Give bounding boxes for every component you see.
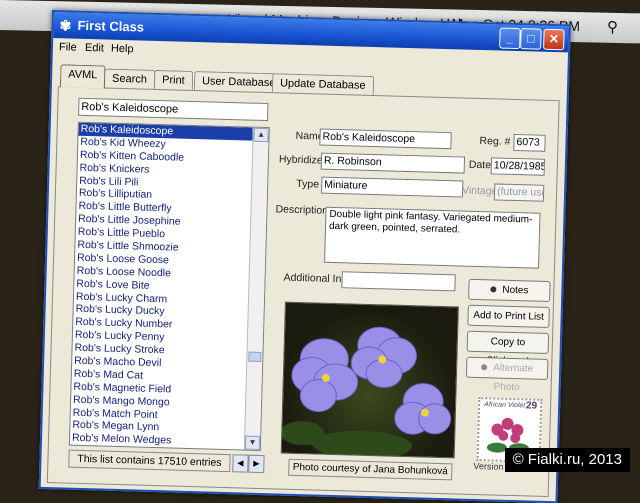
date-field[interactable]: 10/28/1985: [490, 157, 546, 176]
variety-search-input[interactable]: Rob's Kaleidoscope: [78, 97, 269, 122]
window-title: First Class: [77, 17, 145, 35]
scroll-right-button[interactable]: ▶: [248, 454, 265, 474]
additional-info-field[interactable]: [341, 271, 456, 292]
tab-print[interactable]: Print: [153, 69, 193, 90]
scroll-left-button[interactable]: ◀: [232, 454, 249, 473]
additional-info-label: Additional Info: [283, 271, 351, 286]
tab-search[interactable]: Search: [103, 68, 156, 89]
menu-app-help[interactable]: Help: [111, 43, 134, 56]
hybridizer-label: Hybridizer: [278, 153, 327, 167]
avml-panel: Rob's Kaleidoscope Rob's Kaleidoscope Rob…: [46, 86, 560, 498]
minimize-button[interactable]: _: [499, 27, 521, 50]
scroll-down-button[interactable]: ▼: [244, 435, 261, 450]
tab-user-database[interactable]: User Database: [193, 70, 284, 93]
reg-label: Reg. #: [479, 134, 511, 148]
maximize-button[interactable]: □: [520, 28, 542, 50]
notes-label: Notes: [502, 284, 529, 297]
date-label: Date: [468, 158, 492, 172]
add-to-print-list-button[interactable]: Add to Print List: [467, 304, 550, 329]
notes-radio-icon: [490, 286, 497, 293]
vintage-field: (future use): [493, 183, 545, 202]
hybridizer-field[interactable]: R. Robinson: [320, 152, 466, 174]
tab-avml[interactable]: AVML: [59, 64, 106, 89]
description-label: Description: [275, 203, 329, 217]
notes-button[interactable]: Notes: [468, 278, 551, 303]
spotlight-search-icon[interactable]: ⚲: [607, 18, 618, 36]
violet-flowers-image: [280, 326, 452, 459]
variety-list[interactable]: Rob's Kaleidoscope Rob's Kid Wheezy Rob's …: [68, 121, 270, 452]
alternate-photo-label: Alternate Photo: [493, 362, 534, 394]
description-field[interactable]: Double light pink fantasy. Variegated me…: [324, 206, 541, 269]
menu-file[interactable]: File: [59, 41, 77, 53]
close-button[interactable]: ✕: [543, 28, 565, 51]
variety-list-items: Rob's Kaleidoscope Rob's Kid Wheezy Rob's …: [70, 122, 269, 450]
type-field[interactable]: Miniature: [320, 176, 464, 198]
copy-to-clipboard-button[interactable]: Copy to Clipboard: [466, 330, 550, 367]
menu-edit[interactable]: Edit: [85, 42, 104, 55]
alternate-photo-button[interactable]: Alternate Photo: [465, 356, 549, 393]
copyright-watermark: © Fialki.ru, 2013: [504, 448, 630, 472]
alt-photo-radio-icon: [481, 364, 488, 371]
vintage-label: Vintage: [461, 184, 498, 198]
type-label: Type: [296, 177, 320, 191]
reg-field[interactable]: 6073: [513, 133, 546, 152]
app-window: ✾ First Class _ □ ✕ File Edit Help AVML …: [38, 10, 571, 503]
scroll-thumb[interactable]: [248, 351, 262, 362]
app-flower-icon: ✾: [59, 17, 72, 34]
name-field[interactable]: Rob's Kaleidoscope: [319, 128, 452, 150]
photo-credit: Photo courtesy of Jana Bohunková: [288, 458, 453, 481]
list-count-status: This list contains 17510 entries: [68, 449, 231, 473]
scroll-up-button[interactable]: ▲: [253, 127, 269, 143]
variety-photo: [280, 301, 459, 459]
